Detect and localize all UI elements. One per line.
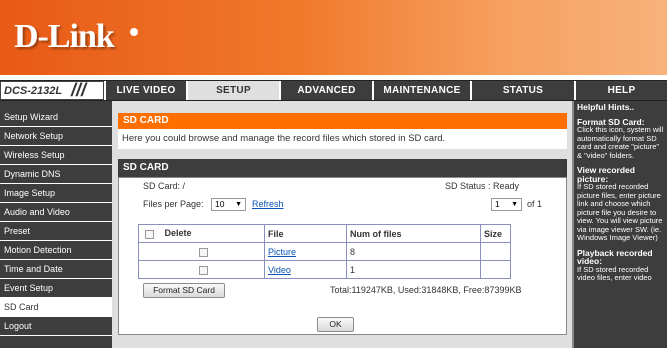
row-checkbox[interactable] xyxy=(198,265,208,275)
sidebar-item-wireless-setup[interactable]: Wireless Setup xyxy=(0,146,112,165)
slashes-decoration: /// xyxy=(71,80,87,100)
table-row: Picture 8 xyxy=(138,242,511,261)
files-per-page-value: 10 xyxy=(215,199,225,209)
table-row: Video 1 xyxy=(138,260,511,279)
sidebar-item-sd-card[interactable]: SD Card xyxy=(0,298,112,317)
main-content: SD CARD Here you could browse and manage… xyxy=(112,101,574,348)
sd-card-path: SD Card: / xyxy=(143,181,186,191)
sidebar-item-network-setup[interactable]: Network Setup xyxy=(0,127,112,146)
sidebar-item-time-date[interactable]: Time and Date xyxy=(0,260,112,279)
tab-advanced[interactable]: ADVANCED xyxy=(279,81,372,100)
sidebar-item-logout[interactable]: Logout xyxy=(0,317,112,336)
hint-text: Click this icon, system will automatical… xyxy=(577,125,664,160)
file-link-video[interactable]: Video xyxy=(268,265,291,275)
dlink-logo: D-Link xyxy=(14,18,115,55)
section-title: SD CARD xyxy=(118,113,567,129)
tab-status[interactable]: STATUS xyxy=(470,81,574,100)
model-badge: DCS-2132L /// xyxy=(0,80,104,100)
row-checkbox[interactable] xyxy=(198,247,208,257)
page-value: 1 xyxy=(495,199,500,209)
section-description: Here you could browse and manage the rec… xyxy=(118,129,567,149)
hint-heading: View recorded picture: xyxy=(577,165,635,184)
top-nav-bar: DCS-2132L /// LIVE VIDEO SETUP ADVANCED … xyxy=(0,80,667,101)
sidebar-item-dynamic-dns[interactable]: Dynamic DNS xyxy=(0,165,112,184)
refresh-link[interactable]: Refresh xyxy=(252,199,284,209)
select-all-checkbox[interactable] xyxy=(145,229,154,239)
col-file: File xyxy=(264,224,347,243)
hints-title: Helpful Hints.. xyxy=(577,102,635,112)
panel-title: SD CARD xyxy=(118,159,567,177)
col-size: Size xyxy=(480,224,511,243)
sidebar-item-event-setup[interactable]: Event Setup xyxy=(0,279,112,298)
files-per-page-select[interactable]: 10 ▼ xyxy=(211,198,246,211)
sidebar-item-audio-video[interactable]: Audio and Video xyxy=(0,203,112,222)
chevron-down-icon: ▼ xyxy=(511,201,518,208)
helpful-hints-panel: Helpful Hints.. Format SD Card: Click th… xyxy=(574,101,667,348)
hint-text: If SD stored recorded video files, enter… xyxy=(577,264,652,282)
num-files: 8 xyxy=(346,242,481,261)
sidebar-item-setup-wizard[interactable]: Setup Wizard xyxy=(0,108,112,127)
sd-card-panel: SD Card: / SD Status : Ready Files per P… xyxy=(118,177,567,335)
header-banner: D-Link xyxy=(0,0,667,75)
page-select[interactable]: 1 ▼ xyxy=(491,198,522,211)
page-of: of 1 xyxy=(527,199,543,209)
sd-status: SD Status : Ready xyxy=(445,181,520,191)
sidebar-item-preset[interactable]: Preset xyxy=(0,222,112,241)
app-root: D-Link DCS-2132L /// LIVE VIDEO SETUP AD… xyxy=(0,0,667,348)
tab-maintenance[interactable]: MAINTENANCE xyxy=(372,81,470,100)
hint-text: If SD stored recorded picture files, ent… xyxy=(577,182,663,242)
file-size xyxy=(480,260,511,279)
files-per-page-label: Files per Page: xyxy=(143,199,204,209)
col-delete: Delete xyxy=(164,228,192,239)
format-sd-card-button[interactable]: Format SD Card xyxy=(143,283,225,298)
file-size xyxy=(480,242,511,261)
col-num-files: Num of files xyxy=(346,224,481,243)
ok-button[interactable]: OK xyxy=(317,317,354,332)
storage-totals: Total:119247KB, Used:31848KB, Free:87399… xyxy=(330,285,522,295)
chevron-down-icon: ▼ xyxy=(235,201,242,208)
model-name: DCS-2132L xyxy=(4,85,63,97)
table-header-row: Delete File Num of files Size xyxy=(138,224,511,243)
logo-dot-icon xyxy=(130,28,138,36)
sidebar-item-image-setup[interactable]: Image Setup xyxy=(0,184,112,203)
hint-heading: Playback recorded video: xyxy=(577,247,653,266)
file-link-picture[interactable]: Picture xyxy=(268,247,296,257)
tab-live-video[interactable]: LIVE VIDEO xyxy=(104,81,186,100)
tab-setup[interactable]: SETUP xyxy=(186,81,279,100)
file-table: Delete File Num of files Size Picture 8 … xyxy=(138,224,511,279)
sidebar: Setup Wizard Network Setup Wireless Setu… xyxy=(0,101,112,348)
tab-help[interactable]: HELP xyxy=(574,81,667,100)
sidebar-item-motion-detection[interactable]: Motion Detection xyxy=(0,241,112,260)
num-files: 1 xyxy=(346,260,481,279)
